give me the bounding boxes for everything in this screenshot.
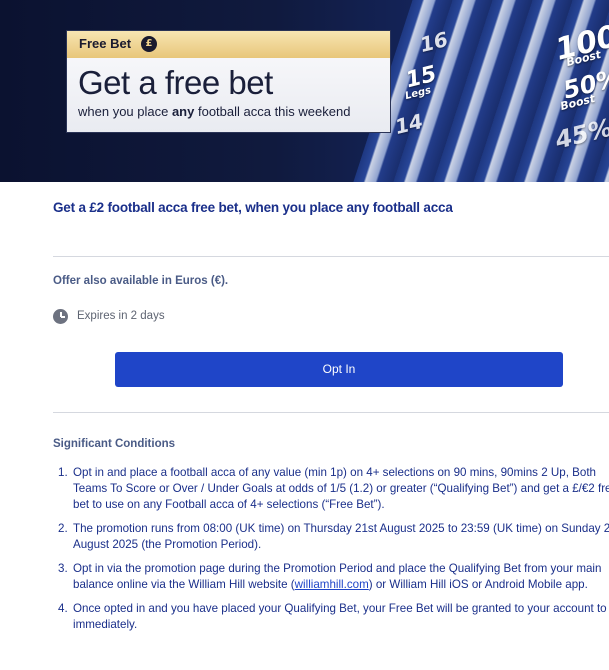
condition-number: 2.	[58, 522, 68, 535]
clock-icon	[53, 308, 68, 324]
williamhill-link[interactable]: williamhill.com	[295, 578, 369, 591]
banner-title: Get a free bet	[78, 64, 273, 101]
subtitle-text: football acca this weekend	[194, 104, 351, 119]
condition-item: 3. Opt in via the promotion page during …	[58, 561, 609, 593]
divider	[53, 412, 609, 413]
condition-number: 3.	[58, 562, 68, 575]
condition-number: 4.	[58, 602, 68, 615]
free-bet-tag: Free Bet	[79, 36, 132, 51]
condition-item: 2. The promotion runs from 08:00 (UK tim…	[58, 521, 609, 553]
condition-text: Once opted in and you have placed your Q…	[73, 602, 609, 631]
subtitle-emphasis: any	[171, 104, 195, 119]
divider	[53, 256, 609, 257]
conditions-list: 1. Opt in and place a football acca of a…	[53, 465, 609, 641]
conditions-title: Significant Conditions	[53, 438, 176, 450]
promo-banner: 100% Boost 50% Boost 45% 15 Legs 16 14 F…	[0, 0, 609, 182]
subtitle-text: when you place	[78, 104, 172, 119]
card-header: Free Bet £	[67, 31, 390, 58]
free-bet-card: Free Bet £ Get a free bet when you place…	[66, 30, 391, 133]
expiry-text: Expires in 2 days	[77, 310, 165, 322]
promo-headline: Get a £2 football acca free bet, when yo…	[53, 200, 453, 215]
condition-text: Opt in and place a football acca of any …	[73, 466, 609, 511]
condition-text: ) or William Hill iOS or Android Mobile …	[368, 578, 588, 591]
condition-item: 4. Once opted in and you have placed you…	[58, 601, 609, 633]
condition-number: 1.	[58, 466, 68, 479]
condition-item: 1. Opt in and place a football acca of a…	[58, 465, 609, 513]
banner-subtitle: when you place any football acca this we…	[78, 104, 350, 119]
opt-in-button[interactable]: Opt In	[115, 352, 563, 387]
pound-coin-icon: £	[141, 36, 157, 52]
offer-note: Offer also available in Euros (€).	[53, 275, 229, 287]
condition-text: The promotion runs from 08:00 (UK time) …	[73, 522, 609, 551]
expiry-info: Expires in 2 days	[53, 308, 165, 324]
